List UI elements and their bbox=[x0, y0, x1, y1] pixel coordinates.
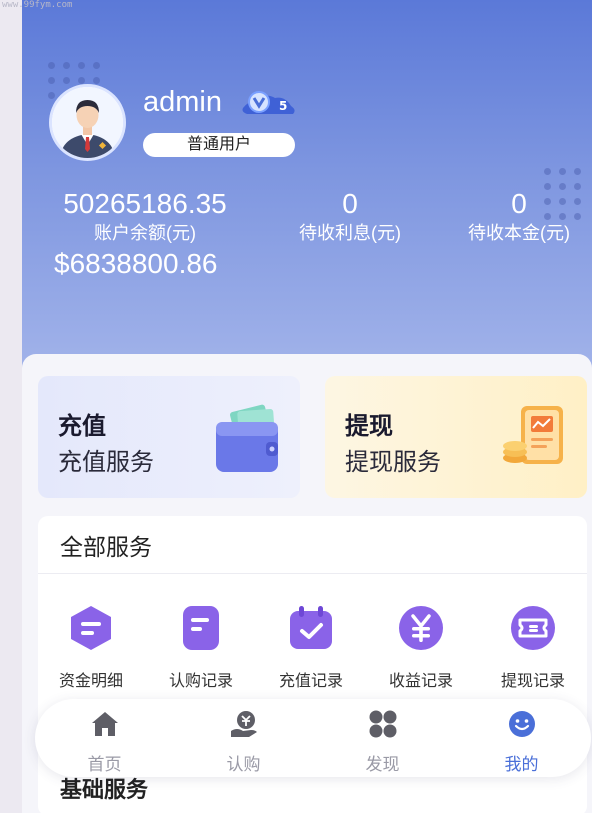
wallet-icon bbox=[216, 404, 278, 472]
stat-pending-interest: 0 待收利息(元) bbox=[284, 188, 416, 244]
fund-detail-icon bbox=[71, 606, 111, 650]
stat-value: 0 bbox=[511, 188, 527, 219]
usd-balance: $6838800.86 bbox=[54, 248, 218, 279]
tab-label: 首页 bbox=[87, 755, 122, 774]
withdraw-record-icon bbox=[511, 606, 555, 650]
withdraw-subtitle: 提现服务 bbox=[345, 449, 441, 476]
recharge-card[interactable]: 充值 充值服务 bbox=[38, 376, 300, 498]
discover-icon bbox=[369, 710, 396, 738]
app-screen: admin 5 普通用户 50265186.35 账户余额(元) 0 待收利息(… bbox=[22, 0, 592, 813]
tab-label: 认购 bbox=[226, 755, 261, 774]
tab-profile[interactable]: 我的 bbox=[452, 699, 591, 777]
withdraw-card[interactable]: 提现 提现服务 bbox=[325, 376, 587, 498]
service-label: 收益记录 bbox=[388, 673, 453, 690]
vip-level-icon: 5 bbox=[242, 91, 295, 114]
profile-icon bbox=[508, 711, 535, 737]
tab-subscribe[interactable]: 认购 bbox=[174, 699, 313, 777]
subscribe-icon bbox=[230, 711, 257, 737]
stat-value: 0 bbox=[342, 188, 358, 219]
watermark: www.99fym.com bbox=[2, 0, 73, 10]
avatar[interactable] bbox=[49, 84, 126, 161]
service-label: 充值记录 bbox=[278, 673, 343, 690]
stat-value: 50265186.35 bbox=[63, 188, 227, 219]
withdraw-title: 提现 bbox=[345, 413, 393, 440]
home-icon bbox=[91, 712, 118, 736]
recharge-subtitle: 充值服务 bbox=[58, 449, 154, 476]
tab-home[interactable]: 首页 bbox=[35, 699, 174, 777]
service-label: 提现记录 bbox=[500, 673, 565, 690]
stat-label: 账户余额(元) bbox=[94, 223, 196, 243]
recharge-record-icon bbox=[290, 606, 332, 649]
income-record-icon bbox=[399, 606, 443, 650]
tab-discover[interactable]: 发现 bbox=[313, 699, 452, 777]
service-recharge-record[interactable]: 充值记录 bbox=[256, 604, 366, 691]
profile-header: admin 5 普通用户 50265186.35 账户余额(元) 0 待收利息(… bbox=[22, 0, 592, 380]
username: admin bbox=[143, 86, 222, 118]
service-fund-detail[interactable]: 资金明细 bbox=[36, 604, 146, 691]
user-role-badge: 普通用户 bbox=[143, 133, 295, 157]
bottom-tab-bar: 首页 认购 发现 我的 bbox=[35, 699, 591, 777]
left-edge-strip bbox=[0, 0, 22, 813]
recharge-title: 充值 bbox=[58, 413, 106, 440]
stat-balance: 50265186.35 账户余额(元) bbox=[52, 188, 238, 244]
stat-pending-principal: 0 待收本金(元) bbox=[454, 188, 584, 244]
withdraw-chart-icon bbox=[503, 406, 563, 464]
stat-label: 待收利息(元) bbox=[299, 223, 401, 243]
service-label: 资金明细 bbox=[58, 673, 123, 690]
service-label: 认购记录 bbox=[168, 673, 233, 690]
subscription-record-icon bbox=[183, 606, 219, 650]
tab-label: 我的 bbox=[504, 755, 539, 774]
vip-level-number: 5 bbox=[279, 99, 287, 113]
services-title: 全部服务 bbox=[60, 534, 152, 560]
service-income-record[interactable]: 收益记录 bbox=[366, 604, 476, 691]
divider bbox=[38, 573, 587, 574]
service-subscription-record[interactable]: 认购记录 bbox=[146, 604, 256, 691]
service-withdraw-record[interactable]: 提现记录 bbox=[478, 604, 588, 691]
tab-label: 发现 bbox=[365, 755, 400, 774]
stat-label: 待收本金(元) bbox=[468, 223, 570, 243]
